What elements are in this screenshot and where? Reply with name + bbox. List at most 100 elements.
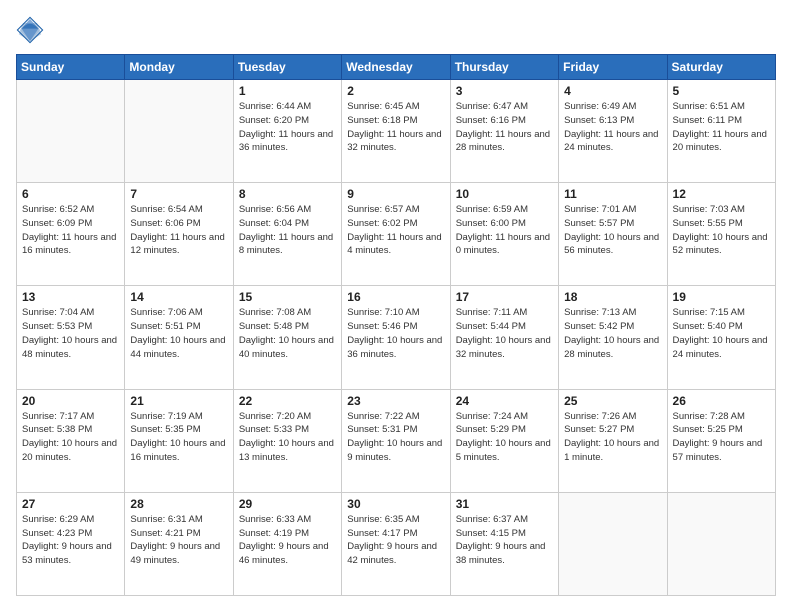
calendar-cell: 30 Sunrise: 6:35 AM Sunset: 4:17 PM Dayli…	[342, 492, 450, 595]
day-info: Sunrise: 6:35 AM Sunset: 4:17 PM Dayligh…	[347, 513, 444, 568]
day-info: Sunrise: 7:20 AM Sunset: 5:33 PM Dayligh…	[239, 410, 336, 465]
calendar-cell: 8 Sunrise: 6:56 AM Sunset: 6:04 PM Daylig…	[233, 183, 341, 286]
day-number: 28	[130, 497, 227, 511]
day-info: Sunrise: 7:08 AM Sunset: 5:48 PM Dayligh…	[239, 306, 336, 361]
day-number: 26	[673, 394, 770, 408]
day-info: Sunrise: 7:13 AM Sunset: 5:42 PM Dayligh…	[564, 306, 661, 361]
day-info: Sunrise: 7:03 AM Sunset: 5:55 PM Dayligh…	[673, 203, 770, 258]
day-info: Sunrise: 7:28 AM Sunset: 5:25 PM Dayligh…	[673, 410, 770, 465]
day-number: 3	[456, 84, 553, 98]
weekday-header-saturday: Saturday	[667, 55, 775, 80]
day-number: 19	[673, 290, 770, 304]
day-info: Sunrise: 6:54 AM Sunset: 6:06 PM Dayligh…	[130, 203, 227, 258]
day-info: Sunrise: 7:17 AM Sunset: 5:38 PM Dayligh…	[22, 410, 119, 465]
day-number: 23	[347, 394, 444, 408]
day-number: 10	[456, 187, 553, 201]
day-number: 14	[130, 290, 227, 304]
day-info: Sunrise: 6:31 AM Sunset: 4:21 PM Dayligh…	[130, 513, 227, 568]
calendar-cell: 7Sunrise: 6:54 AM Sunset: 6:06 PM Daylig…	[125, 183, 233, 286]
day-number: 4	[564, 84, 661, 98]
day-info: Sunrise: 6:49 AM Sunset: 6:13 PM Dayligh…	[564, 100, 661, 155]
day-info: Sunrise: 6:47 AM Sunset: 6:16 PM Dayligh…	[456, 100, 553, 155]
day-info: Sunrise: 7:26 AM Sunset: 5:27 PM Dayligh…	[564, 410, 661, 465]
calendar-cell: 24 Sunrise: 7:24 AM Sunset: 5:29 PM Dayli…	[450, 389, 558, 492]
calendar-body: 1 Sunrise: 6:44 AM Sunset: 6:20 PM Daylig…	[17, 80, 776, 596]
weekday-header-friday: Friday	[559, 55, 667, 80]
weekday-row: SundayMondayTuesdayWednesdayThursdayFrid…	[17, 55, 776, 80]
day-info: Sunrise: 6:29 AM Sunset: 4:23 PM Dayligh…	[22, 513, 119, 568]
calendar-cell: 4 Sunrise: 6:49 AM Sunset: 6:13 PM Daylig…	[559, 80, 667, 183]
day-info: Sunrise: 6:33 AM Sunset: 4:19 PM Dayligh…	[239, 513, 336, 568]
day-info: Sunrise: 7:01 AM Sunset: 5:57 PM Dayligh…	[564, 203, 661, 258]
day-info: Sunrise: 6:45 AM Sunset: 6:18 PM Dayligh…	[347, 100, 444, 155]
weekday-header-sunday: Sunday	[17, 55, 125, 80]
calendar-cell: 14Sunrise: 7:06 AM Sunset: 5:51 PM Dayli…	[125, 286, 233, 389]
weekday-header-wednesday: Wednesday	[342, 55, 450, 80]
day-number: 30	[347, 497, 444, 511]
logo	[16, 16, 48, 44]
week-row-4: 27Sunrise: 6:29 AM Sunset: 4:23 PM Dayli…	[17, 492, 776, 595]
calendar-cell: 9 Sunrise: 6:57 AM Sunset: 6:02 PM Daylig…	[342, 183, 450, 286]
day-number: 8	[239, 187, 336, 201]
calendar-cell: 17Sunrise: 7:11 AM Sunset: 5:44 PM Dayli…	[450, 286, 558, 389]
calendar-cell: 26 Sunrise: 7:28 AM Sunset: 5:25 PM Dayli…	[667, 389, 775, 492]
day-number: 18	[564, 290, 661, 304]
calendar-cell: 25 Sunrise: 7:26 AM Sunset: 5:27 PM Dayli…	[559, 389, 667, 492]
day-info: Sunrise: 7:24 AM Sunset: 5:29 PM Dayligh…	[456, 410, 553, 465]
calendar-cell: 28 Sunrise: 6:31 AM Sunset: 4:21 PM Dayli…	[125, 492, 233, 595]
day-number: 22	[239, 394, 336, 408]
calendar-cell	[125, 80, 233, 183]
day-info: Sunrise: 6:51 AM Sunset: 6:11 PM Dayligh…	[673, 100, 770, 155]
calendar-cell: 22 Sunrise: 7:20 AM Sunset: 5:33 PM Dayli…	[233, 389, 341, 492]
calendar: SundayMondayTuesdayWednesdayThursdayFrid…	[16, 54, 776, 596]
calendar-cell: 2Sunrise: 6:45 AM Sunset: 6:18 PM Daylig…	[342, 80, 450, 183]
day-number: 9	[347, 187, 444, 201]
day-info: Sunrise: 7:15 AM Sunset: 5:40 PM Dayligh…	[673, 306, 770, 361]
calendar-cell: 27Sunrise: 6:29 AM Sunset: 4:23 PM Dayli…	[17, 492, 125, 595]
day-number: 12	[673, 187, 770, 201]
day-number: 15	[239, 290, 336, 304]
week-row-2: 13Sunrise: 7:04 AM Sunset: 5:53 PM Dayli…	[17, 286, 776, 389]
calendar-cell: 20 Sunrise: 7:17 AM Sunset: 5:38 PM Dayli…	[17, 389, 125, 492]
calendar-cell: 11 Sunrise: 7:01 AM Sunset: 5:57 PM Dayli…	[559, 183, 667, 286]
calendar-cell: 12 Sunrise: 7:03 AM Sunset: 5:55 PM Dayli…	[667, 183, 775, 286]
day-info: Sunrise: 7:11 AM Sunset: 5:44 PM Dayligh…	[456, 306, 553, 361]
day-info: Sunrise: 6:57 AM Sunset: 6:02 PM Dayligh…	[347, 203, 444, 258]
page: SundayMondayTuesdayWednesdayThursdayFrid…	[0, 0, 792, 612]
logo-icon	[16, 16, 44, 44]
day-info: Sunrise: 7:04 AM Sunset: 5:53 PM Dayligh…	[22, 306, 119, 361]
weekday-header-tuesday: Tuesday	[233, 55, 341, 80]
calendar-cell: 6 Sunrise: 6:52 AM Sunset: 6:09 PM Daylig…	[17, 183, 125, 286]
day-number: 11	[564, 187, 661, 201]
calendar-cell: 21Sunrise: 7:19 AM Sunset: 5:35 PM Dayli…	[125, 389, 233, 492]
day-number: 31	[456, 497, 553, 511]
day-number: 20	[22, 394, 119, 408]
day-number: 25	[564, 394, 661, 408]
weekday-header-thursday: Thursday	[450, 55, 558, 80]
day-info: Sunrise: 7:22 AM Sunset: 5:31 PM Dayligh…	[347, 410, 444, 465]
calendar-cell: 19 Sunrise: 7:15 AM Sunset: 5:40 PM Dayli…	[667, 286, 775, 389]
calendar-cell	[559, 492, 667, 595]
day-info: Sunrise: 6:44 AM Sunset: 6:20 PM Dayligh…	[239, 100, 336, 155]
day-info: Sunrise: 6:56 AM Sunset: 6:04 PM Dayligh…	[239, 203, 336, 258]
day-number: 24	[456, 394, 553, 408]
header	[16, 16, 776, 44]
calendar-cell: 31Sunrise: 6:37 AM Sunset: 4:15 PM Dayli…	[450, 492, 558, 595]
calendar-cell: 3 Sunrise: 6:47 AM Sunset: 6:16 PM Daylig…	[450, 80, 558, 183]
calendar-cell: 18 Sunrise: 7:13 AM Sunset: 5:42 PM Dayli…	[559, 286, 667, 389]
calendar-cell	[17, 80, 125, 183]
calendar-cell: 13Sunrise: 7:04 AM Sunset: 5:53 PM Dayli…	[17, 286, 125, 389]
calendar-cell: 15 Sunrise: 7:08 AM Sunset: 5:48 PM Dayli…	[233, 286, 341, 389]
day-number: 5	[673, 84, 770, 98]
calendar-cell	[667, 492, 775, 595]
day-number: 29	[239, 497, 336, 511]
calendar-cell: 16Sunrise: 7:10 AM Sunset: 5:46 PM Dayli…	[342, 286, 450, 389]
day-number: 6	[22, 187, 119, 201]
week-row-1: 6 Sunrise: 6:52 AM Sunset: 6:09 PM Daylig…	[17, 183, 776, 286]
calendar-cell: 1 Sunrise: 6:44 AM Sunset: 6:20 PM Daylig…	[233, 80, 341, 183]
day-info: Sunrise: 6:52 AM Sunset: 6:09 PM Dayligh…	[22, 203, 119, 258]
day-info: Sunrise: 7:10 AM Sunset: 5:46 PM Dayligh…	[347, 306, 444, 361]
weekday-header-monday: Monday	[125, 55, 233, 80]
day-number: 1	[239, 84, 336, 98]
calendar-header: SundayMondayTuesdayWednesdayThursdayFrid…	[17, 55, 776, 80]
